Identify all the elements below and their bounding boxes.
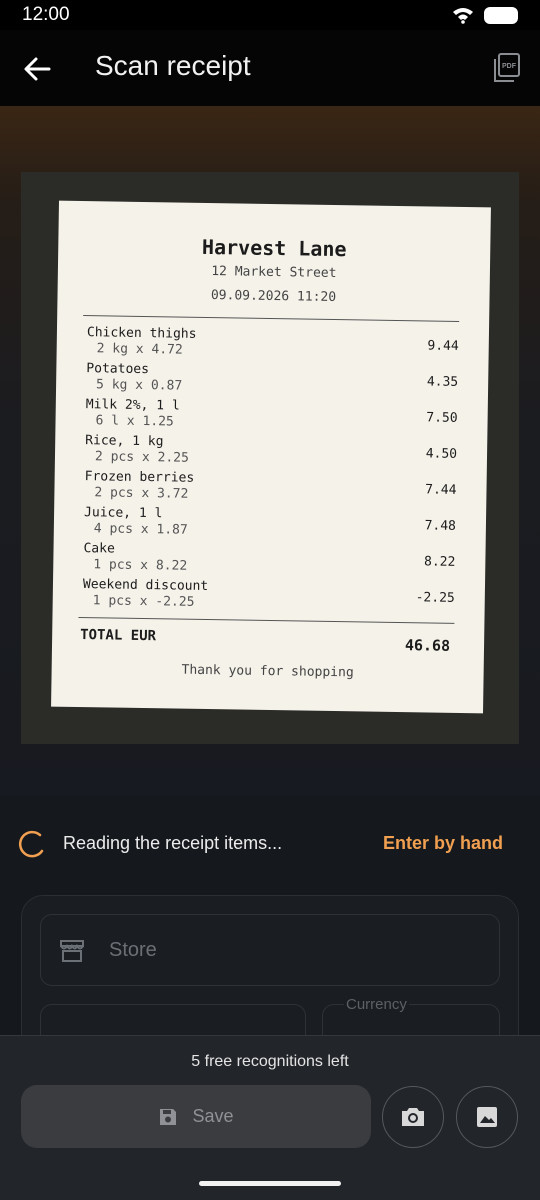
store-icon <box>60 940 84 962</box>
pdf-icon[interactable]: PDF <box>492 52 522 84</box>
store-placeholder: Store <box>109 939 157 961</box>
back-arrow-icon[interactable] <box>22 54 52 84</box>
progress-text: Reading the receipt items... <box>63 833 283 853</box>
home-indicator <box>199 1181 341 1186</box>
receipt-divider <box>78 616 455 624</box>
receipt-total-label: TOTAL EUR <box>80 627 157 645</box>
status-bar: 12:00 <box>0 0 540 30</box>
svg-text:PDF: PDF <box>502 63 517 70</box>
receipt-divider <box>83 315 460 322</box>
enter-by-hand-button[interactable]: Enter by hand <box>383 833 503 854</box>
battery-icon <box>484 6 518 24</box>
receipt-address: 12 Market Street <box>211 264 337 282</box>
receipt-item: Weekend discount 1 pcs x -2.25 -2.25 <box>82 577 455 610</box>
free-recognitions-text: 5 free recognitions left <box>191 1053 349 1070</box>
receipt-item: Juice, 1 l 4 pcs x 1.87 7.48 <box>83 505 457 538</box>
receipt-image: Harvest Lane 12 Market Street 09.09.2026… <box>51 200 491 714</box>
receipt-thanks: Thank you for shopping <box>181 662 354 681</box>
wifi-icon <box>453 8 473 24</box>
save-label: Save <box>192 1106 234 1126</box>
recognition-progress: Reading the receipt items... Enter by ha… <box>0 822 540 866</box>
loading-spinner-icon <box>19 830 44 858</box>
save-button[interactable]: Save <box>21 1085 371 1148</box>
receipt-store-name: Harvest Lane <box>201 234 347 262</box>
store-field[interactable]: Store <box>40 914 500 986</box>
receipt-item: Cake 1 pcs x 8.22 8.22 <box>83 541 456 574</box>
receipt-datetime: 09.09.2026 11:20 <box>210 288 337 306</box>
receipt-item: Milk 2%, 1 l 6 l x 1.25 7.50 <box>85 397 458 430</box>
app-bar: Scan receipt PDF <box>0 30 540 106</box>
bottom-action-bar: 5 free recognitions left Save <box>0 1035 540 1200</box>
status-icons <box>452 6 518 24</box>
page-title: Scan receipt <box>95 50 251 81</box>
image-icon <box>477 1107 497 1127</box>
status-time: 12:00 <box>22 4 70 25</box>
receipt-total-value: 46.68 <box>404 636 451 655</box>
currency-label: Currency <box>344 996 409 1013</box>
save-icon <box>160 1108 177 1125</box>
camera-button[interactable] <box>382 1086 444 1148</box>
gallery-button[interactable] <box>456 1086 518 1148</box>
receipt-item: Frozen berries 2 pcs x 3.72 7.44 <box>84 469 457 502</box>
receipt-item: Potatoes 5 kg x 0.87 4.35 <box>86 361 459 394</box>
camera-icon <box>402 1108 424 1126</box>
receipt-item: Rice, 1 kg 2 pcs x 2.25 4.50 <box>85 433 458 466</box>
receipt-item: Chicken thighs 2 kg x 4.72 9.44 <box>86 325 459 358</box>
